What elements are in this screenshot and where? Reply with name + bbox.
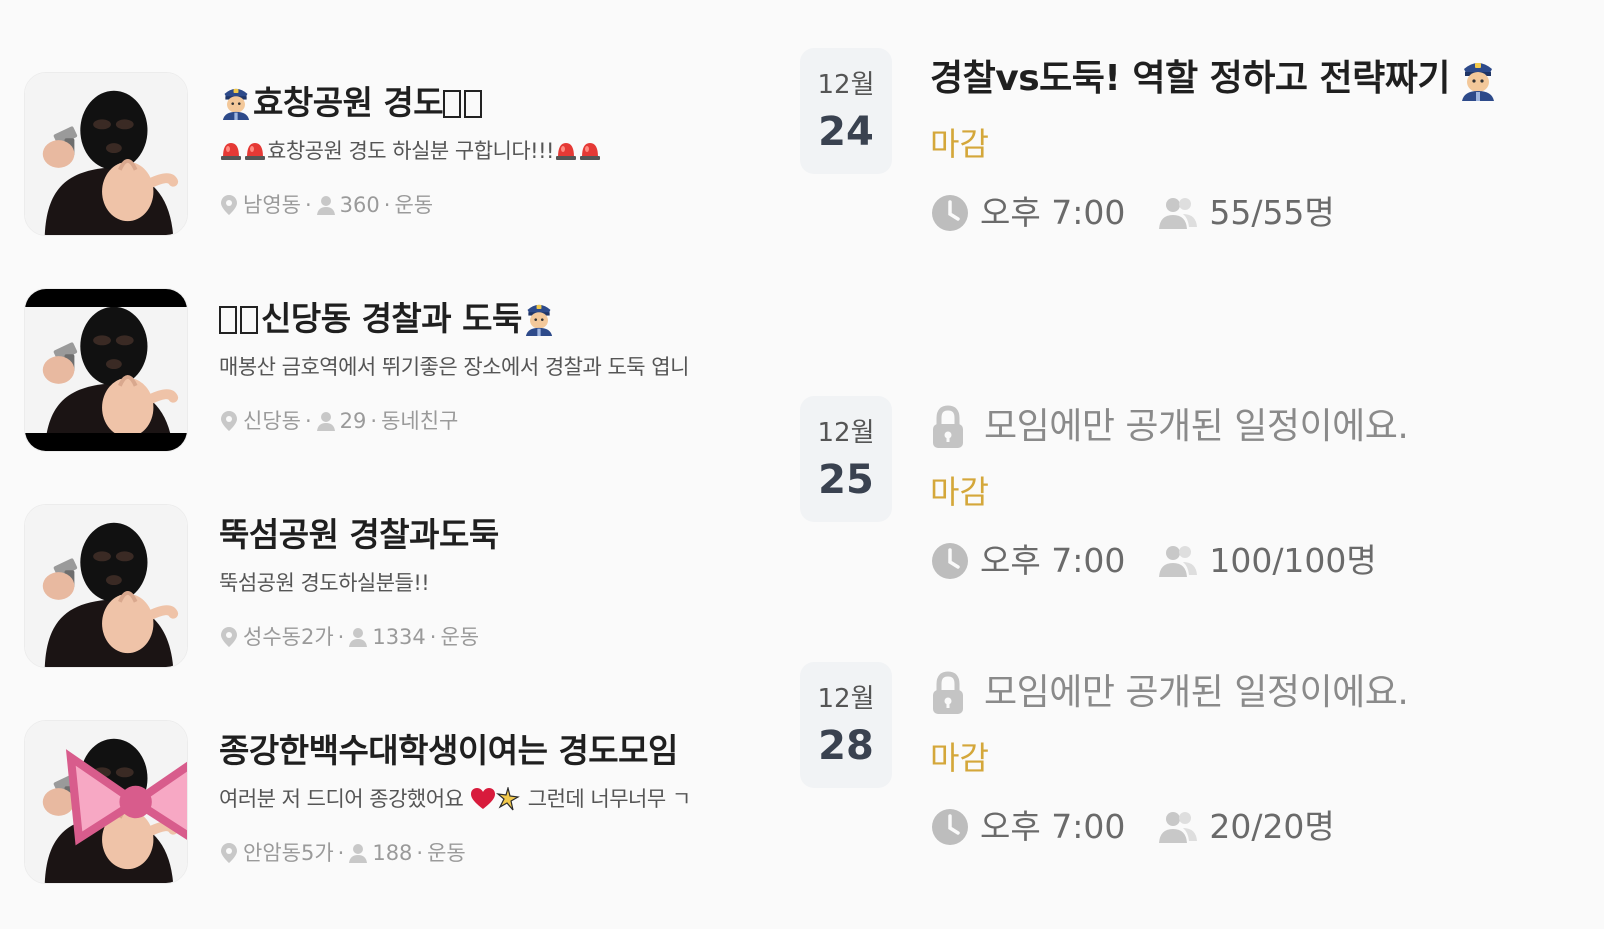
status-badge: 마감 (930, 125, 989, 163)
heart-icon (470, 787, 496, 811)
clock-icon (930, 193, 970, 233)
group-list-item[interactable]: 뚝섬공원 경찰과도둑 뚝섬공원 경도하실분들!! 성수동2가 · 1334 · … (24, 504, 794, 720)
clock-icon (930, 541, 970, 581)
schedule-meta: 오후 7:00 100/100명 (930, 538, 1570, 584)
group-member-count: 188 (372, 841, 413, 865)
meta-separator: · (383, 193, 391, 217)
group-location: 성수동2가 (243, 625, 334, 649)
group-list-item[interactable]: 신당동 경찰과 도둑 매봉산 금호역에서 뛰기좋은 장소에서 경찰과 도둑 엽니… (24, 288, 794, 504)
group-category: 운동 (394, 193, 434, 217)
missing-glyph-icon (464, 90, 483, 118)
missing-glyph-icon (219, 306, 237, 334)
date-box: 12월 24 (800, 48, 892, 174)
group-member-count: 360 (339, 193, 380, 217)
lock-icon (930, 671, 966, 715)
siren-icon (243, 139, 267, 161)
siren-icon (219, 139, 243, 161)
lock-icon (930, 405, 966, 449)
group-meta: 신당동 · 29 · 동네친구 (219, 406, 779, 436)
people-icon (1157, 809, 1199, 845)
group-meta: 성수동2가 · 1334 · 운동 (219, 622, 779, 652)
meta-separator: · (304, 193, 312, 217)
police-officer-emoji-icon (219, 84, 253, 120)
sparkle-icon (496, 787, 522, 811)
missing-glyph-icon (443, 90, 462, 118)
person-icon (348, 626, 368, 648)
map-pin-icon (219, 194, 239, 216)
people-icon (1157, 543, 1199, 579)
siren-icon (554, 139, 578, 161)
date-month: 12월 (817, 418, 875, 448)
group-thumbnail (24, 72, 188, 236)
schedule-time: 오후 7:00 (980, 807, 1126, 846)
group-title: 뚝섬공원 경찰과도둑 (219, 515, 499, 554)
meta-separator: · (337, 625, 345, 649)
date-month: 12월 (817, 70, 875, 100)
police-officer-emoji-icon (522, 300, 556, 336)
meta-separator: · (370, 409, 378, 433)
group-title: 신당동 경찰과 도둑 (219, 296, 779, 342)
police-officer-emoji-icon (1458, 57, 1498, 101)
schedule-time: 오후 7:00 (980, 541, 1126, 580)
person-icon (316, 410, 336, 432)
group-list-item[interactable]: 효창공원 경도 효창공원 경도 하실분 구합니다!!! 남영동 · 360 · … (24, 72, 794, 288)
siren-icon (578, 139, 602, 161)
map-pin-icon (219, 410, 239, 432)
group-category: 운동 (440, 625, 480, 649)
date-box: 12월 25 (800, 396, 892, 522)
meta-separator: · (337, 841, 345, 865)
status-badge: 마감 (930, 473, 989, 511)
date-box: 12월 28 (800, 662, 892, 788)
schedule-time: 오후 7:00 (980, 193, 1126, 232)
group-description: 매봉산 금호역에서 뛰기좋은 장소에서 경찰과 도둑 엽니 (219, 355, 689, 379)
meta-separator: · (429, 625, 437, 649)
group-member-count: 29 (339, 409, 367, 433)
group-meta: 남영동 · 360 · 운동 (219, 190, 779, 220)
people-icon (1157, 195, 1199, 231)
group-description: 여러분 저 드디어 종강했어요 그런데 너무너무 ㄱ (219, 787, 691, 811)
group-list-item[interactable]: 종강한백수대학생이여는 경도모임 여러분 저 드디어 종강했어요 그런데 너무너… (24, 720, 794, 929)
map-pin-icon (219, 626, 239, 648)
group-thumbnail (24, 288, 188, 452)
schedule-meta: 오후 7:00 20/20명 (930, 804, 1570, 850)
group-title: 효창공원 경도 (219, 80, 779, 126)
status-badge: 마감 (930, 739, 989, 777)
group-category: 동네친구 (381, 409, 459, 433)
group-location: 안암동5가 (243, 841, 334, 865)
group-description: 뚝섬공원 경도하실분들!! (219, 571, 430, 595)
group-title: 종강한백수대학생이여는 경도모임 (219, 731, 678, 770)
person-icon (316, 194, 336, 216)
date-month: 12월 (817, 684, 875, 714)
date-day: 24 (818, 109, 874, 155)
group-description: 효창공원 경도 하실분 구합니다!!! (219, 136, 749, 166)
group-category: 운동 (427, 841, 466, 865)
group-list: 효창공원 경도 효창공원 경도 하실분 구합니다!!! 남영동 · 360 · … (24, 72, 794, 929)
map-pin-icon (219, 842, 239, 864)
group-thumbnail (24, 720, 188, 884)
schedule-capacity: 55/55명 (1209, 193, 1335, 232)
group-location: 신당동 (243, 409, 301, 433)
group-location: 남영동 (243, 193, 301, 217)
meta-separator: · (416, 841, 424, 865)
missing-glyph-icon (240, 306, 258, 334)
person-icon (348, 842, 368, 864)
group-meta: 안암동5가 · 188 · 운동 (219, 838, 779, 868)
date-day: 28 (818, 723, 874, 769)
schedule-capacity: 20/20명 (1209, 807, 1335, 846)
schedule-title: 모임에만 공개된 일정이에요. (930, 666, 1570, 720)
clock-icon (930, 807, 970, 847)
page: 효창공원 경도 효창공원 경도 하실분 구합니다!!! 남영동 · 360 · … (0, 0, 1604, 929)
schedule-title: 모임에만 공개된 일정이에요. (930, 400, 1570, 454)
meta-separator: · (304, 409, 312, 433)
group-member-count: 1334 (372, 625, 426, 649)
group-thumbnail (24, 504, 188, 668)
schedule-capacity: 100/100명 (1209, 541, 1377, 580)
schedule-title: 경찰vs도둑! 역할 정하고 전략짜기 (930, 52, 1570, 106)
date-day: 25 (818, 457, 874, 503)
schedule-meta: 오후 7:00 55/55명 (930, 190, 1570, 236)
